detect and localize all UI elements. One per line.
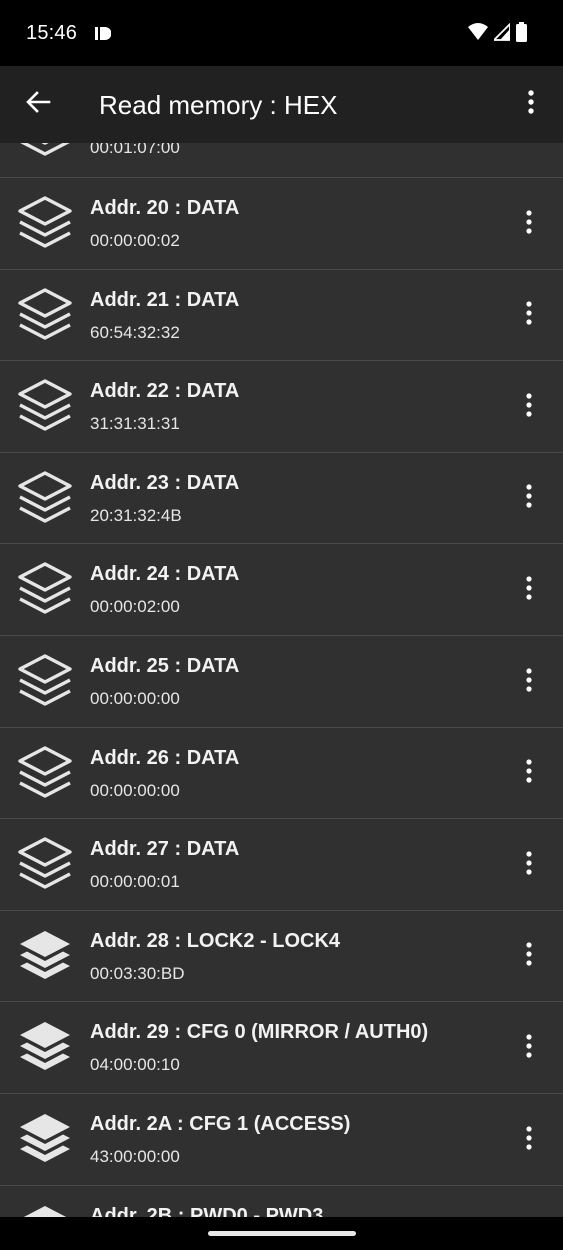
list-item-title: Addr. 25 : DATA <box>90 655 240 677</box>
list-item[interactable]: Addr. 28 : LOCK2 - LOCK4 00:03:30:BD <box>0 911 563 1003</box>
list-item-partial[interactable]: 00:01:07:00 <box>0 143 563 178</box>
memory-list[interactable]: 00:01:07:00 Addr. 20 : DATA 00:00:00:02 Ad… <box>0 143 563 1217</box>
signal-icon <box>491 21 511 46</box>
list-item-title: Addr. 29 : CFG 0 (MIRROR / AUTH0) <box>90 1021 429 1044</box>
list-item-value: 00:00:00:00 <box>90 780 180 800</box>
more-vert-icon <box>525 576 533 605</box>
list-item[interactable]: Addr. 21 : DATA 60:54:32:32 <box>0 270 563 362</box>
more-vert-icon <box>525 393 533 422</box>
layers-filled-icon <box>16 928 74 986</box>
list-item-title: Addr. 21 : DATA <box>90 288 240 311</box>
more-vert-icon <box>525 301 533 330</box>
layers-outline-icon <box>16 653 74 711</box>
item-more-button[interactable] <box>517 942 541 971</box>
item-more-button[interactable] <box>517 1034 541 1062</box>
list-item-title: Addr. 23 : DATA <box>90 471 240 494</box>
list-item[interactable]: Addr. 20 : DATA 00:00:00:02 <box>0 178 563 270</box>
list-item-value: 00:01:07:00 <box>90 143 180 157</box>
app-bar: Read memory : HEX <box>0 66 563 143</box>
item-more-button[interactable] <box>517 851 541 879</box>
back-button[interactable] <box>18 84 58 124</box>
list-item[interactable]: Addr. 25 : DATA 00:00:00:00 <box>0 636 563 728</box>
more-vert-icon <box>525 942 533 971</box>
layers-filled-icon <box>16 1111 74 1169</box>
list-item-title: Addr. 28 : LOCK2 - LOCK4 <box>90 929 341 952</box>
list-item-value: 43:00:00:00 <box>90 1147 180 1166</box>
more-vert-icon <box>527 89 535 119</box>
item-more-button[interactable] <box>517 576 541 604</box>
list-item-title: Addr. 22 : DATA <box>90 380 240 403</box>
navigation-bar <box>0 1217 563 1250</box>
list-item-title: Addr. 20 : DATA <box>90 197 240 219</box>
list-item[interactable]: Addr. 23 : DATA 20:31:32:4B <box>0 453 563 545</box>
list-item[interactable]: Addr. 22 : DATA 31:31:31:31 <box>0 361 563 453</box>
item-more-button[interactable] <box>517 301 541 330</box>
list-item-title: Addr. 2A : CFG 1 (ACCESS) <box>90 1113 351 1135</box>
status-icons <box>468 21 527 47</box>
list-item-value: 00:00:00:01 <box>90 872 180 892</box>
list-item-value: 00:00:00:02 <box>90 231 180 250</box>
item-more-button[interactable] <box>517 1125 541 1155</box>
arrow-left-icon <box>25 90 51 119</box>
item-more-button[interactable] <box>517 209 541 239</box>
list-item-value: 00:00:00:00 <box>90 689 180 708</box>
list-item[interactable]: Addr. 27 : DATA 00:00:00:01 <box>0 819 563 911</box>
more-vert-icon <box>525 667 533 697</box>
list-item-value: 00:03:30:BD <box>90 963 185 983</box>
more-vert-icon <box>525 851 533 880</box>
page-title: Read memory : HEX <box>99 90 338 120</box>
list-item-title: Addr. 24 : DATA <box>90 563 240 586</box>
battery-icon <box>516 22 527 47</box>
more-vert-icon <box>525 1125 533 1155</box>
layers-outline-icon <box>16 561 74 619</box>
layers-outline-icon <box>16 143 74 166</box>
item-more-button[interactable] <box>517 759 541 788</box>
status-bar: 15:46 <box>0 0 563 66</box>
list-item-value: 20:31:32:4B <box>90 505 182 525</box>
list-item[interactable]: Addr. 29 : CFG 0 (MIRROR / AUTH0) 04:00:0… <box>0 1002 563 1094</box>
list-item-title: Addr. 27 : DATA <box>90 838 240 861</box>
layers-filled-icon <box>16 1019 74 1077</box>
list-item-title: Addr. 2B : PWD0 - PWD3 <box>90 1204 324 1217</box>
list-item-value: 31:31:31:31 <box>90 414 180 434</box>
list-item[interactable]: Addr. 2A : CFG 1 (ACCESS) 43:00:00:00 <box>0 1094 563 1186</box>
item-more-button[interactable] <box>517 484 541 513</box>
wifi-icon <box>468 23 488 46</box>
list-item-value: 04:00:00:10 <box>90 1055 180 1075</box>
list-item-title: Addr. 26 : DATA <box>90 746 240 769</box>
list-item[interactable]: Addr. 24 : DATA 00:00:02:00 <box>0 544 563 636</box>
list-item-value: 60:54:32:32 <box>90 322 180 342</box>
notification-badge-icon <box>95 27 112 40</box>
layers-outline-icon <box>16 836 74 894</box>
list-item-value: 00:00:02:00 <box>90 597 180 617</box>
list-item[interactable]: Addr. 2B : PWD0 - PWD3 <box>0 1186 563 1217</box>
layers-outline-icon <box>16 470 74 528</box>
more-vert-icon <box>525 484 533 513</box>
item-more-button[interactable] <box>517 393 541 421</box>
layers-outline-icon <box>16 287 74 345</box>
list-item[interactable]: Addr. 26 : DATA 00:00:00:00 <box>0 728 563 820</box>
home-handle[interactable] <box>208 1231 356 1236</box>
more-vert-icon <box>525 759 533 788</box>
item-more-button[interactable] <box>517 667 541 697</box>
layers-outline-icon <box>16 378 74 436</box>
layers-filled-icon <box>16 1203 74 1217</box>
layers-outline-icon <box>16 195 74 253</box>
layers-outline-icon <box>16 745 74 803</box>
status-time: 15:46 <box>26 22 78 44</box>
overflow-menu-button[interactable] <box>513 84 549 124</box>
more-vert-icon <box>525 209 533 239</box>
more-vert-icon <box>525 1034 533 1063</box>
